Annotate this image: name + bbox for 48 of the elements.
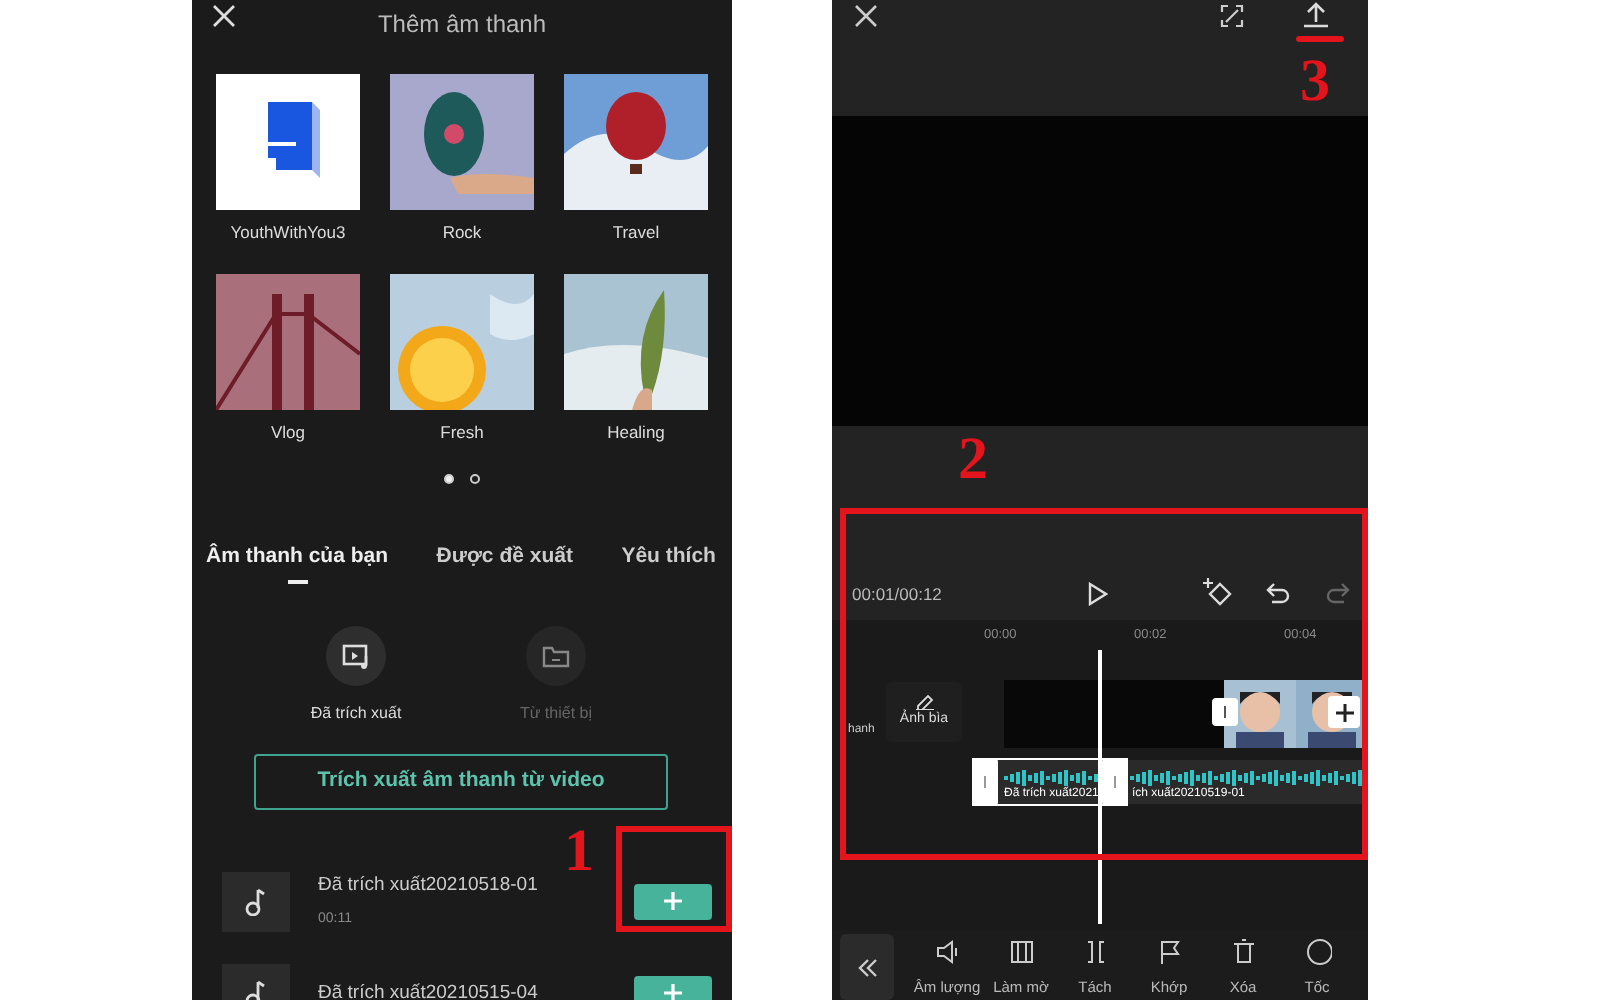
- playlist-title[interactable]: Travel: [564, 210, 708, 274]
- add-clip-button[interactable]: [1328, 696, 1360, 728]
- add-track-button[interactable]: [634, 883, 712, 920]
- close-icon[interactable]: [212, 4, 236, 28]
- undo-icon[interactable]: [1266, 582, 1290, 604]
- playback-time: 00:01/00:12: [852, 582, 942, 608]
- source-label: Từ thiết bị: [519, 701, 593, 726]
- step-number: 2: [958, 430, 988, 490]
- close-icon[interactable]: [854, 4, 878, 28]
- step-number: 1: [564, 822, 594, 882]
- redo-icon[interactable]: [1326, 582, 1350, 604]
- playlist-title[interactable]: Fresh: [390, 410, 534, 474]
- playlist-title[interactable]: Rock: [390, 210, 534, 274]
- delete-icon: [1229, 937, 1257, 966]
- plus-icon: [664, 984, 682, 1000]
- export-icon[interactable]: [1304, 2, 1328, 28]
- blur-icon: [1007, 937, 1035, 966]
- source-button[interactable]: [326, 625, 386, 686]
- extract-audio-button[interactable]: Trích xuất âm thanh từ video: [254, 753, 668, 810]
- music-note-icon: [244, 979, 268, 1000]
- playlist-title[interactable]: Vlog: [216, 410, 360, 474]
- clip-handle[interactable]: [1212, 698, 1238, 726]
- tab[interactable]: Yêu thích: [621, 542, 716, 594]
- clip-handle[interactable]: [972, 758, 998, 806]
- play-icon[interactable]: [1088, 582, 1108, 606]
- fullscreen-icon[interactable]: [1220, 4, 1244, 28]
- plus-icon: [1335, 703, 1353, 721]
- highlight-frame: [616, 826, 732, 932]
- double-chevron-icon: [857, 957, 877, 977]
- tab[interactable]: Âm thanh của bạn: [206, 542, 389, 594]
- collapse-button[interactable]: [840, 934, 894, 1000]
- pencil-icon: [915, 693, 933, 710]
- tab[interactable]: Được đề xuất: [436, 542, 573, 594]
- source-label: Đã trích xuất: [310, 701, 402, 726]
- plus-icon: [664, 892, 682, 911]
- underline-mark: [1296, 36, 1344, 42]
- flag-icon: [1155, 937, 1183, 966]
- track-title: Đã trích xuất20210518-01: [318, 872, 540, 901]
- music-note-icon: [244, 887, 268, 916]
- keyframe-icon[interactable]: [1202, 578, 1234, 606]
- speed-icon: [1303, 937, 1331, 966]
- step-number: 3: [1300, 52, 1330, 112]
- playlist-title[interactable]: Healing: [564, 410, 708, 474]
- sheet-title: Thêm âm thanh: [377, 10, 547, 38]
- volume-icon: [933, 937, 961, 966]
- clip-handle[interactable]: [1102, 758, 1128, 806]
- playlist-title[interactable]: YouthWithYou3: [216, 210, 360, 274]
- track-title: Đã trích xuất20210515-04: [318, 979, 540, 1000]
